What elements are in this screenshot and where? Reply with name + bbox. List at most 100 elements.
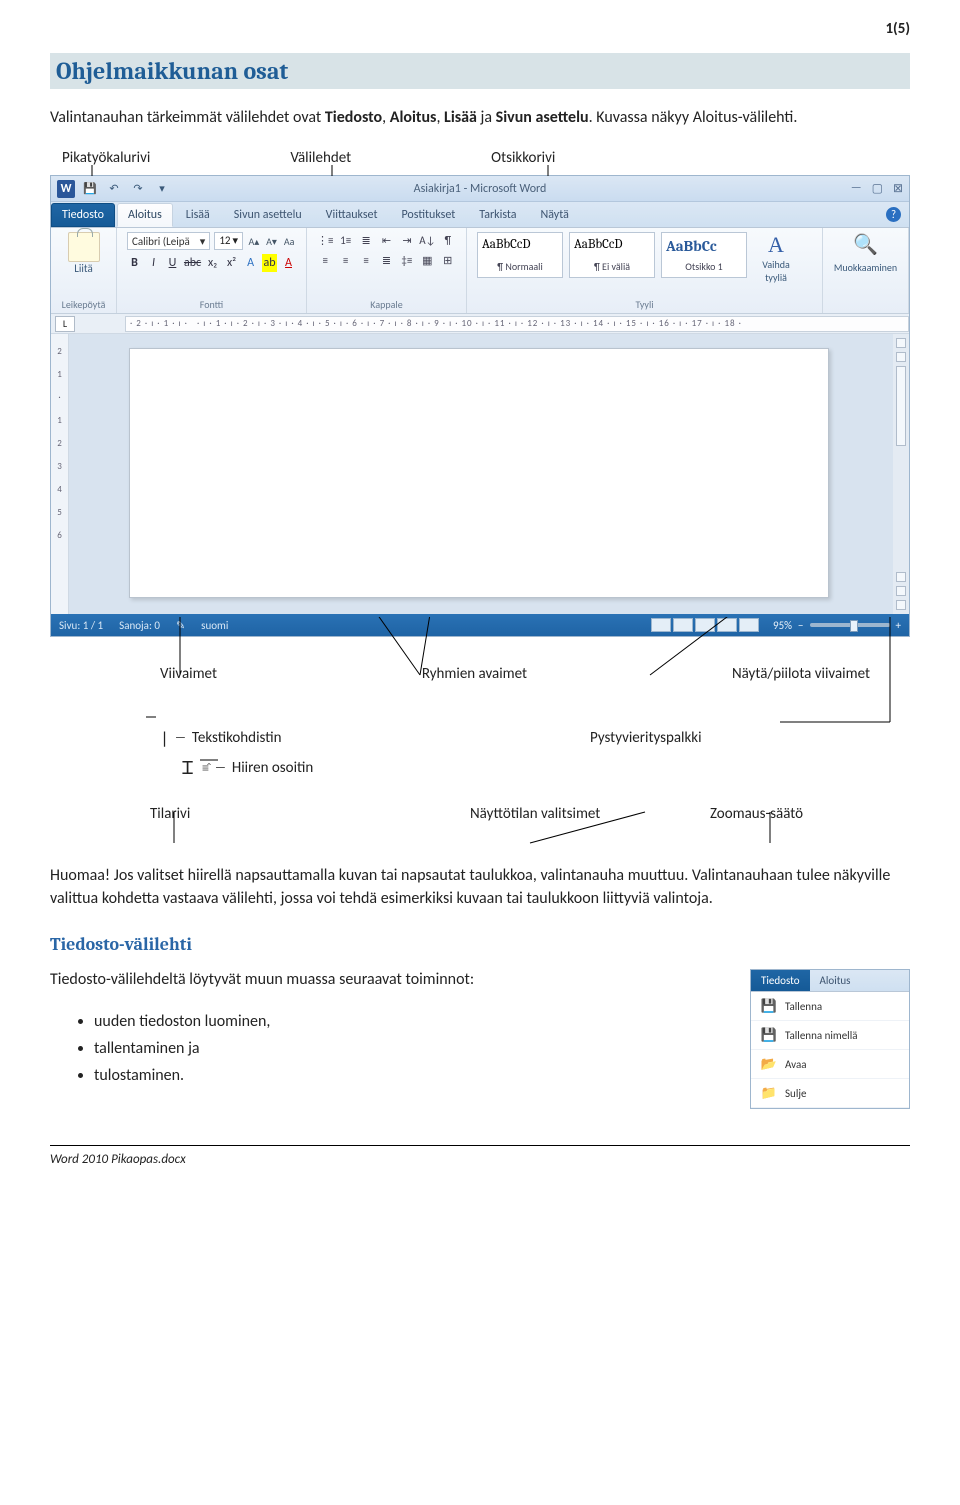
strikethrough-icon[interactable]: abc xyxy=(184,254,201,272)
menu-item-sulje[interactable]: 📁Sulje xyxy=(751,1079,909,1108)
status-language[interactable]: suomi xyxy=(201,619,228,632)
tab-aloitus[interactable]: Aloitus xyxy=(117,203,173,227)
style-otsikko1[interactable]: AaBbCc Otsikko 1 xyxy=(661,232,747,278)
decrease-indent-icon[interactable]: ⇤ xyxy=(378,232,394,248)
group-kappale: ⋮≡ 1≡ ≣ ⇤ ⇥ A↓ ¶ ≡ ≡ ≡ ≣ ‡≡ ▦ ⊞ xyxy=(307,228,467,313)
callout-row-cursor: | — Tekstikohdistin Ꮖ ≡̂ — Hiiren osoiti… xyxy=(50,707,910,779)
editing-label[interactable]: Muokkaaminen xyxy=(833,261,898,274)
underline-icon[interactable]: U xyxy=(165,254,180,272)
document-page[interactable] xyxy=(129,348,829,598)
status-word-count[interactable]: Sanoja: 0 xyxy=(119,619,160,632)
bullets-icon[interactable]: ⋮≡ xyxy=(317,232,333,248)
tab-tarkista[interactable]: Tarkista xyxy=(468,203,527,227)
folder-open-icon: 📂 xyxy=(761,1056,777,1072)
callout-row-top: Pikatyökalurivi Välilehdet Otsikkorivi xyxy=(50,145,910,175)
word-screenshot: W 💾 ↶ ↷ ▾ Asiakirja1 - Microsoft Word — … xyxy=(50,175,910,637)
align-right-icon[interactable]: ≡ xyxy=(358,252,374,268)
zoom-in-icon[interactable]: + xyxy=(896,619,901,632)
find-icon[interactable]: 🔍 xyxy=(833,232,898,257)
paste-icon[interactable] xyxy=(68,232,100,262)
font-name-combo[interactable]: Calibri (Leipä▾ xyxy=(127,232,210,250)
group-label-fontti: Fontti xyxy=(127,296,296,311)
vertical-ruler[interactable]: 21·123456 xyxy=(51,334,69,614)
line-spacing-icon[interactable]: ‡≡ xyxy=(399,252,415,268)
vertical-scrollbar[interactable] xyxy=(893,334,909,614)
mini-tab-aloitus[interactable]: Aloitus xyxy=(810,970,861,991)
undo-icon[interactable]: ↶ xyxy=(105,180,123,198)
menu-item-tallenna-nimella[interactable]: 💾Tallenna nimellä xyxy=(751,1021,909,1050)
view-outline-icon[interactable] xyxy=(717,618,737,632)
highlight-icon[interactable]: ab xyxy=(262,254,277,272)
ribbon-tabs: Tiedosto Aloitus Lisää Sivun asettelu Vi… xyxy=(51,202,909,228)
bold-icon[interactable]: B xyxy=(127,254,142,272)
grow-font-icon[interactable]: A▴ xyxy=(247,232,261,250)
pilcrow-icon[interactable]: ¶ xyxy=(440,232,456,248)
save-icon[interactable]: 💾 xyxy=(81,180,99,198)
ruler-toggle-icon[interactable] xyxy=(896,338,906,348)
numbering-icon[interactable]: 1≡ xyxy=(337,232,353,248)
justify-icon[interactable]: ≣ xyxy=(378,252,394,268)
document-area: 21·123456 xyxy=(51,334,909,614)
zoom-percent[interactable]: 95% xyxy=(773,619,792,632)
huomaa-paragraph: Huomaa! Jos valitset hiirellä napsauttam… xyxy=(50,865,910,910)
text-effects-icon[interactable]: A xyxy=(243,254,258,272)
change-style-button[interactable]: A Vaihda tyyliä xyxy=(753,232,799,284)
status-bar: Sivu: 1 / 1 Sanoja: 0 ✎ suomi 95% − + xyxy=(51,614,909,636)
zoom-slider[interactable] xyxy=(810,623,890,627)
tab-nayta[interactable]: Näytä xyxy=(530,203,580,227)
increase-indent-icon[interactable]: ⇥ xyxy=(399,232,415,248)
tab-lisaa[interactable]: Lisää xyxy=(175,203,221,227)
change-case-icon[interactable]: Aa xyxy=(282,232,296,250)
callout-hiiren-osoitin: Hiiren osoitin xyxy=(232,759,313,777)
word-app-icon[interactable]: W xyxy=(57,180,75,198)
view-full-screen-icon[interactable] xyxy=(673,618,693,632)
tab-tiedosto[interactable]: Tiedosto xyxy=(51,203,115,227)
mini-tab-tiedosto[interactable]: Tiedosto xyxy=(751,970,810,991)
tab-postitukset[interactable]: Postitukset xyxy=(390,203,466,227)
zoom-out-icon[interactable]: − xyxy=(798,619,803,632)
menu-item-tallenna[interactable]: 💾Tallenna xyxy=(751,992,909,1021)
multilevel-icon[interactable]: ≣ xyxy=(358,232,374,248)
text-cursor-marker: | xyxy=(160,729,169,747)
font-color-icon[interactable]: A xyxy=(281,254,296,272)
ribbon: Liitä Leikepöytä Calibri (Leipä▾ 12▾ A▴ … xyxy=(51,228,909,314)
style-ei-valia[interactable]: AaBbCcD ¶ Ei väliä xyxy=(569,232,655,278)
align-left-icon[interactable]: ≡ xyxy=(317,252,333,268)
callout-valilehdet: Välilehdet xyxy=(290,149,351,167)
group-leikepoyto: Liitä Leikepöytä xyxy=(51,228,117,313)
scroll-up-icon[interactable] xyxy=(896,352,906,362)
status-proofing-icon[interactable]: ✎ xyxy=(176,619,185,632)
scroll-down-icon[interactable] xyxy=(896,572,906,582)
sort-icon[interactable]: A↓ xyxy=(419,232,435,248)
horizontal-ruler[interactable]: · 2 · ı · 1 · ı · · ı · 1 · ı · 2 · ı · … xyxy=(125,316,909,332)
minimize-icon[interactable]: — xyxy=(851,181,862,196)
align-center-icon[interactable]: ≡ xyxy=(337,252,353,268)
redo-icon[interactable]: ↷ xyxy=(129,180,147,198)
paste-label[interactable]: Liitä xyxy=(61,262,106,275)
menu-item-avaa[interactable]: 📂Avaa xyxy=(751,1050,909,1079)
browse-object-icon[interactable] xyxy=(896,586,906,596)
view-draft-icon[interactable] xyxy=(739,618,759,632)
next-page-icon[interactable] xyxy=(896,600,906,610)
view-web-icon[interactable] xyxy=(695,618,715,632)
callout-pikatyokalurivi: Pikatyökalurivi xyxy=(62,149,150,167)
superscript-icon[interactable]: x² xyxy=(224,254,239,272)
help-icon[interactable]: ? xyxy=(886,207,901,222)
subscript-icon[interactable]: x₂ xyxy=(205,254,220,272)
status-page[interactable]: Sivu: 1 / 1 xyxy=(59,619,103,632)
window-title: Asiakirja1 - Microsoft Word xyxy=(51,182,909,196)
tab-viittaukset[interactable]: Viittaukset xyxy=(315,203,389,227)
close-icon[interactable]: ⊠ xyxy=(893,181,903,196)
qat-dropdown-icon[interactable]: ▾ xyxy=(153,180,171,198)
shading-icon[interactable]: ▦ xyxy=(419,252,435,268)
tab-sivun-asettelu[interactable]: Sivun asettelu xyxy=(223,203,313,227)
scroll-thumb[interactable] xyxy=(896,366,906,446)
restore-icon[interactable]: ▢ xyxy=(872,181,883,196)
tab-selector[interactable]: L xyxy=(55,316,75,332)
shrink-font-icon[interactable]: A▾ xyxy=(265,232,279,250)
italic-icon[interactable]: I xyxy=(146,254,161,272)
font-size-combo[interactable]: 12▾ xyxy=(214,232,243,250)
style-normaali[interactable]: AaBbCcD ¶ Normaali xyxy=(477,232,563,278)
view-print-layout-icon[interactable] xyxy=(651,618,671,632)
borders-icon[interactable]: ⊞ xyxy=(440,252,456,268)
